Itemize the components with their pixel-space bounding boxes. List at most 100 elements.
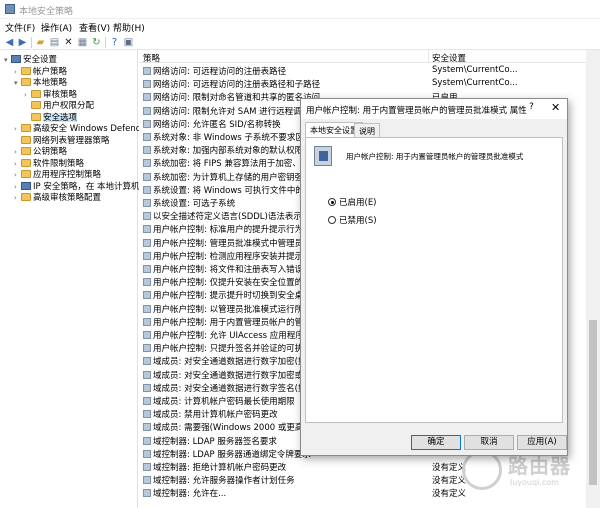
tree-item[interactable]: 网络列表管理器策略 bbox=[14, 134, 110, 145]
policy-item-icon bbox=[143, 476, 151, 485]
tree-item[interactable]: › 公钥策略 bbox=[14, 145, 67, 156]
tree-item[interactable]: › 帐户策略 bbox=[14, 65, 67, 76]
tree-item-label: 高级审核策略配置 bbox=[33, 193, 102, 202]
expander-icon[interactable]: › bbox=[14, 171, 21, 179]
cancel-button[interactable]: 取消 bbox=[464, 435, 514, 450]
tree-item[interactable]: 用户权限分配 bbox=[24, 99, 94, 110]
expander-icon[interactable]: › bbox=[14, 160, 21, 168]
policy-item-icon bbox=[143, 331, 151, 339]
column-policy[interactable]: 策略 bbox=[143, 52, 160, 64]
apply-button[interactable]: 应用(A) bbox=[517, 435, 567, 450]
policy-item-icon bbox=[143, 278, 151, 287]
radio-disabled-label: 已禁用(S) bbox=[339, 216, 377, 226]
back-arrow-icon[interactable]: ◀ bbox=[4, 37, 15, 48]
policy-item-icon bbox=[143, 106, 151, 115]
policy-row[interactable]: 网络访问: 可远程访问的注册表路径 System\CurrentCo... bbox=[139, 64, 586, 77]
vertical-scrollbar[interactable] bbox=[586, 50, 600, 508]
properties-icon[interactable]: ▦ bbox=[77, 37, 88, 48]
radio-disabled-indicator[interactable] bbox=[328, 216, 336, 224]
expander-icon[interactable]: › bbox=[14, 194, 21, 202]
radio-enabled-label: 已启用(E) bbox=[339, 198, 377, 208]
tree-item[interactable]: ▾ 安全设置 bbox=[4, 53, 57, 64]
folder-icon bbox=[21, 66, 31, 75]
window-title: 本地安全策略 bbox=[19, 7, 74, 17]
policy-item-icon bbox=[143, 238, 151, 247]
up-folder-icon[interactable]: ▰ bbox=[35, 37, 46, 48]
policy-item-icon bbox=[143, 119, 151, 128]
menu-help[interactable]: 帮助(H) bbox=[113, 21, 145, 34]
policy-row[interactable]: 网络访问: 可远程访问的注册表路径和子路径 System\CurrentCo... bbox=[139, 77, 586, 90]
menu-bar: 文件(F) 操作(A) 查看(V) 帮助(H) bbox=[0, 19, 600, 35]
delete-icon[interactable]: ✕ bbox=[63, 37, 74, 48]
menu-view[interactable]: 查看(V) bbox=[79, 21, 110, 34]
menu-action[interactable]: 操作(A) bbox=[41, 21, 72, 34]
tree-item[interactable]: › 高级审核策略配置 bbox=[14, 191, 101, 202]
policy-item-icon bbox=[143, 370, 151, 379]
tree-item-label: 审核策略 bbox=[43, 89, 78, 99]
expander-icon[interactable]: › bbox=[24, 91, 31, 99]
folder-icon bbox=[31, 112, 41, 121]
radio-enabled[interactable]: 已启用(E) bbox=[328, 196, 377, 208]
tree-item[interactable]: 安全选项 bbox=[24, 111, 78, 122]
policy-item-icon bbox=[143, 225, 151, 234]
toolbar-separator bbox=[31, 37, 32, 48]
radio-disabled[interactable]: 已禁用(S) bbox=[328, 214, 377, 226]
expander-icon[interactable]: › bbox=[14, 125, 21, 133]
policy-name: 域控制器: 允许在... bbox=[153, 489, 227, 500]
policy-item-icon bbox=[143, 212, 151, 221]
tree-item[interactable]: › 应用程序控制策略 bbox=[14, 168, 101, 179]
shield-icon bbox=[11, 55, 21, 63]
console-icon[interactable]: ▣ bbox=[123, 37, 134, 48]
forward-arrow-icon[interactable]: ▶ bbox=[17, 37, 28, 48]
tree-item-label: 帐户策略 bbox=[33, 66, 68, 76]
tree-item[interactable]: ▾ 本地策略 bbox=[14, 76, 67, 87]
dialog-close-button[interactable]: ✕ bbox=[551, 101, 560, 114]
expander-icon[interactable]: › bbox=[14, 183, 21, 191]
policy-item-icon bbox=[143, 317, 151, 326]
expander-icon[interactable]: › bbox=[14, 68, 21, 76]
radio-enabled-indicator[interactable] bbox=[328, 198, 336, 206]
policy-item-icon bbox=[143, 159, 151, 168]
expander-icon[interactable]: › bbox=[14, 148, 21, 156]
tree-item-label: 网络列表管理器策略 bbox=[33, 135, 110, 145]
policy-name: 网络访问: 可远程访问的注册表路径 bbox=[153, 67, 287, 77]
ok-button[interactable]: 确定 bbox=[411, 435, 461, 450]
folder-icon bbox=[21, 124, 31, 132]
tree-item-label: 软件限制策略 bbox=[33, 158, 85, 168]
tree-item-label: 公钥策略 bbox=[33, 147, 68, 156]
policy-item-icon bbox=[143, 463, 151, 471]
refresh-icon[interactable]: ↻ bbox=[91, 37, 102, 48]
policy-item-icon bbox=[143, 67, 151, 75]
policy-item-icon bbox=[143, 397, 151, 405]
column-header: 策略 安全设置 bbox=[139, 50, 586, 64]
tree-item[interactable]: › IP 安全策略，在 本地计算机 bbox=[14, 180, 140, 191]
policy-item-icon bbox=[143, 172, 151, 181]
policy-item-icon bbox=[143, 344, 151, 353]
show-tree-icon[interactable]: ▤ bbox=[49, 37, 60, 48]
policy-item-icon bbox=[143, 383, 151, 392]
tree-pane: ▾ 安全设置 › 帐户策略 ▾ 本地策略 › 审核策略 用户权限分配 安全选项 › 高级安全 Wind… bbox=[0, 50, 161, 508]
dialog-help-button[interactable]: ? bbox=[529, 102, 534, 112]
menu-file[interactable]: 文件(F) bbox=[5, 21, 35, 34]
policy-name: 域控制器: 拒绝计算机帐户密码更改 bbox=[153, 463, 287, 473]
help-icon[interactable]: ? bbox=[109, 37, 120, 48]
folder-icon bbox=[21, 193, 31, 201]
tree-item[interactable]: › 审核策略 bbox=[24, 88, 77, 99]
dialog-title: 用户帐户控制: 用于内置管理员帐户的管理员批准模式 属性 bbox=[306, 106, 527, 116]
policy-item-icon bbox=[143, 291, 151, 300]
title-bar: 本地安全策略 bbox=[0, 0, 600, 19]
tree-item-label: 本地策略 bbox=[33, 78, 68, 87]
tree-item[interactable]: › 软件限制策略 bbox=[14, 157, 84, 168]
folder-icon bbox=[21, 135, 31, 144]
expander-icon[interactable]: ▾ bbox=[4, 56, 11, 64]
tree-item-label: 应用程序控制策略 bbox=[33, 170, 102, 179]
expander-icon[interactable]: ▾ bbox=[14, 79, 21, 87]
policy-item-icon bbox=[143, 436, 151, 445]
policy-item-icon bbox=[143, 80, 151, 89]
properties-dialog: 用户帐户控制: 用于内置管理员帐户的管理员批准模式 属性 ? ✕ 本地安全设置 … bbox=[300, 98, 568, 456]
policy-icon bbox=[314, 146, 332, 166]
column-setting[interactable]: 安全设置 bbox=[432, 52, 466, 64]
tab-explain[interactable]: 说明 bbox=[354, 123, 380, 137]
column-divider[interactable] bbox=[428, 50, 429, 63]
policy-name: 域控制器: 允许服务器操作者计划任务 bbox=[153, 476, 295, 487]
